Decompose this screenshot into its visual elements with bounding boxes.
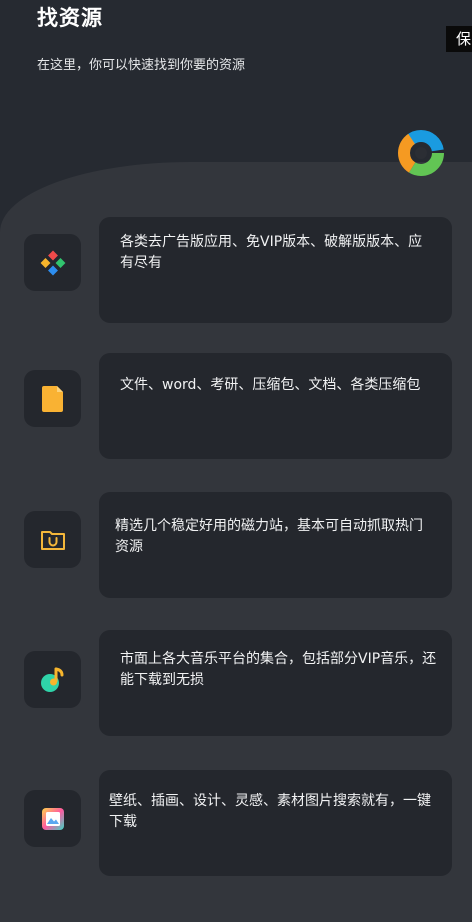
image-tile[interactable] — [24, 790, 81, 847]
resource-card[interactable]: 壁纸、插画、设计、灵感、素材图片搜索就有，一键下载 — [99, 770, 452, 876]
card-description: 精选几个稳定好用的磁力站，基本可自动抓取热门资源 — [115, 518, 423, 555]
resource-card[interactable]: 文件、word、考研、压缩包、文档、各类压缩包 — [99, 353, 452, 459]
music-note-icon — [40, 667, 63, 692]
card-description: 壁纸、插画、设计、灵感、素材图片搜索就有，一键下载 — [109, 793, 431, 830]
document-tile[interactable] — [24, 370, 81, 427]
card-description: 文件、word、考研、压缩包、文档、各类压缩包 — [120, 377, 421, 393]
card-description: 各类去广告版应用、免VIP版本、破解版版本、应有尽有 — [120, 234, 423, 271]
resource-card[interactable]: 市面上各大音乐平台的集合，包括部分VIP音乐，还能下载到无损 — [99, 630, 452, 736]
page-title: 找资源 — [37, 6, 103, 30]
app-tile[interactable] — [24, 234, 81, 291]
image-gallery-icon — [41, 807, 64, 830]
page-subtitle: 在这里，你可以快速找到你要的资源 — [37, 58, 246, 73]
resource-card[interactable]: 精选几个稳定好用的磁力站，基本可自动抓取热门资源 — [99, 492, 452, 598]
resource-card[interactable]: 各类去广告版应用、免VIP版本、破解版版本、应有尽有 — [99, 217, 452, 323]
magnet-tile[interactable] — [24, 511, 81, 568]
save-side-tab[interactable]: 保 — [446, 26, 472, 52]
app-diamond-icon — [40, 250, 65, 275]
document-icon — [41, 385, 63, 412]
card-description: 市面上各大音乐平台的集合，包括部分VIP音乐，还能下载到无损 — [120, 651, 437, 688]
magnet-folder-icon — [40, 530, 65, 550]
circular-arrows-logo-icon[interactable] — [395, 127, 447, 179]
music-tile[interactable] — [24, 651, 81, 708]
